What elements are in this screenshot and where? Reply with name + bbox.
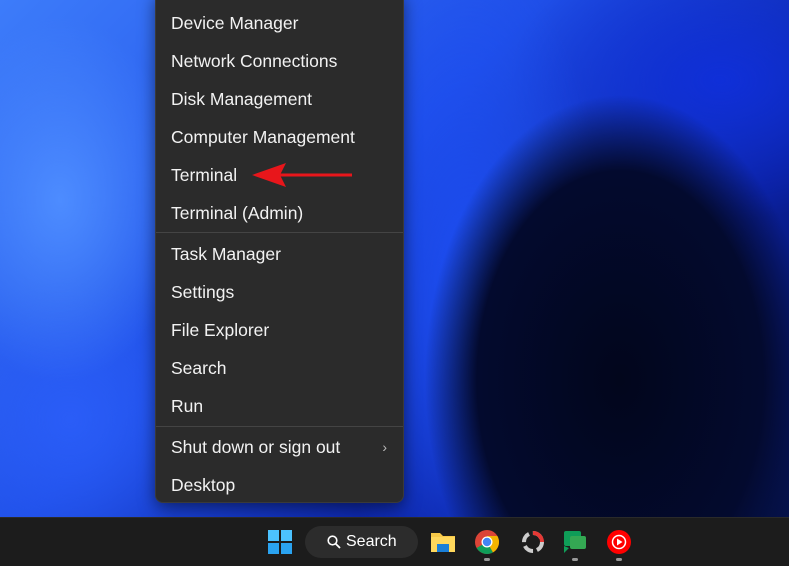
menu-item-run[interactable]: Run	[156, 387, 403, 425]
menu-item-device-manager[interactable]: Device Manager	[156, 4, 403, 42]
chrome-icon[interactable]	[473, 528, 501, 556]
menu-item-disk-management[interactable]: Disk Management	[156, 80, 403, 118]
menu-item-task-manager[interactable]: Task Manager	[156, 235, 403, 273]
menu-divider	[156, 232, 403, 233]
menu-item-search[interactable]: Search	[156, 349, 403, 387]
menu-item-desktop[interactable]: Desktop	[156, 466, 403, 504]
start-icon[interactable]	[266, 528, 294, 556]
capture-app-icon[interactable]	[519, 528, 547, 556]
menu-item-shut-down-or-sign-out[interactable]: Shut down or sign out ›	[156, 428, 403, 466]
search-icon	[327, 535, 341, 549]
menu-item-terminal-admin[interactable]: Terminal (Admin)	[156, 194, 403, 232]
menu-divider	[156, 426, 403, 427]
menu-item-label: Shut down or sign out	[171, 437, 341, 457]
menu-item-network-connections[interactable]: Network Connections	[156, 42, 403, 80]
taskbar-search-button[interactable]: Search	[305, 526, 418, 558]
google-chat-icon[interactable]	[561, 528, 589, 556]
menu-item-file-explorer[interactable]: File Explorer	[156, 311, 403, 349]
running-indicator	[616, 558, 622, 561]
file-explorer-icon[interactable]	[429, 528, 457, 556]
red-arrow-annotation-icon	[252, 163, 352, 187]
taskbar: Search	[0, 517, 789, 566]
menu-item-settings[interactable]: Settings	[156, 273, 403, 311]
running-indicator	[572, 558, 578, 561]
menu-item-computer-management[interactable]: Computer Management	[156, 118, 403, 156]
running-indicator	[484, 558, 490, 561]
chevron-right-icon: ›	[382, 439, 387, 455]
search-label: Search	[346, 533, 397, 550]
youtube-music-icon[interactable]	[605, 528, 633, 556]
context-menu: Device Manager Network Connections Disk …	[155, 0, 404, 503]
